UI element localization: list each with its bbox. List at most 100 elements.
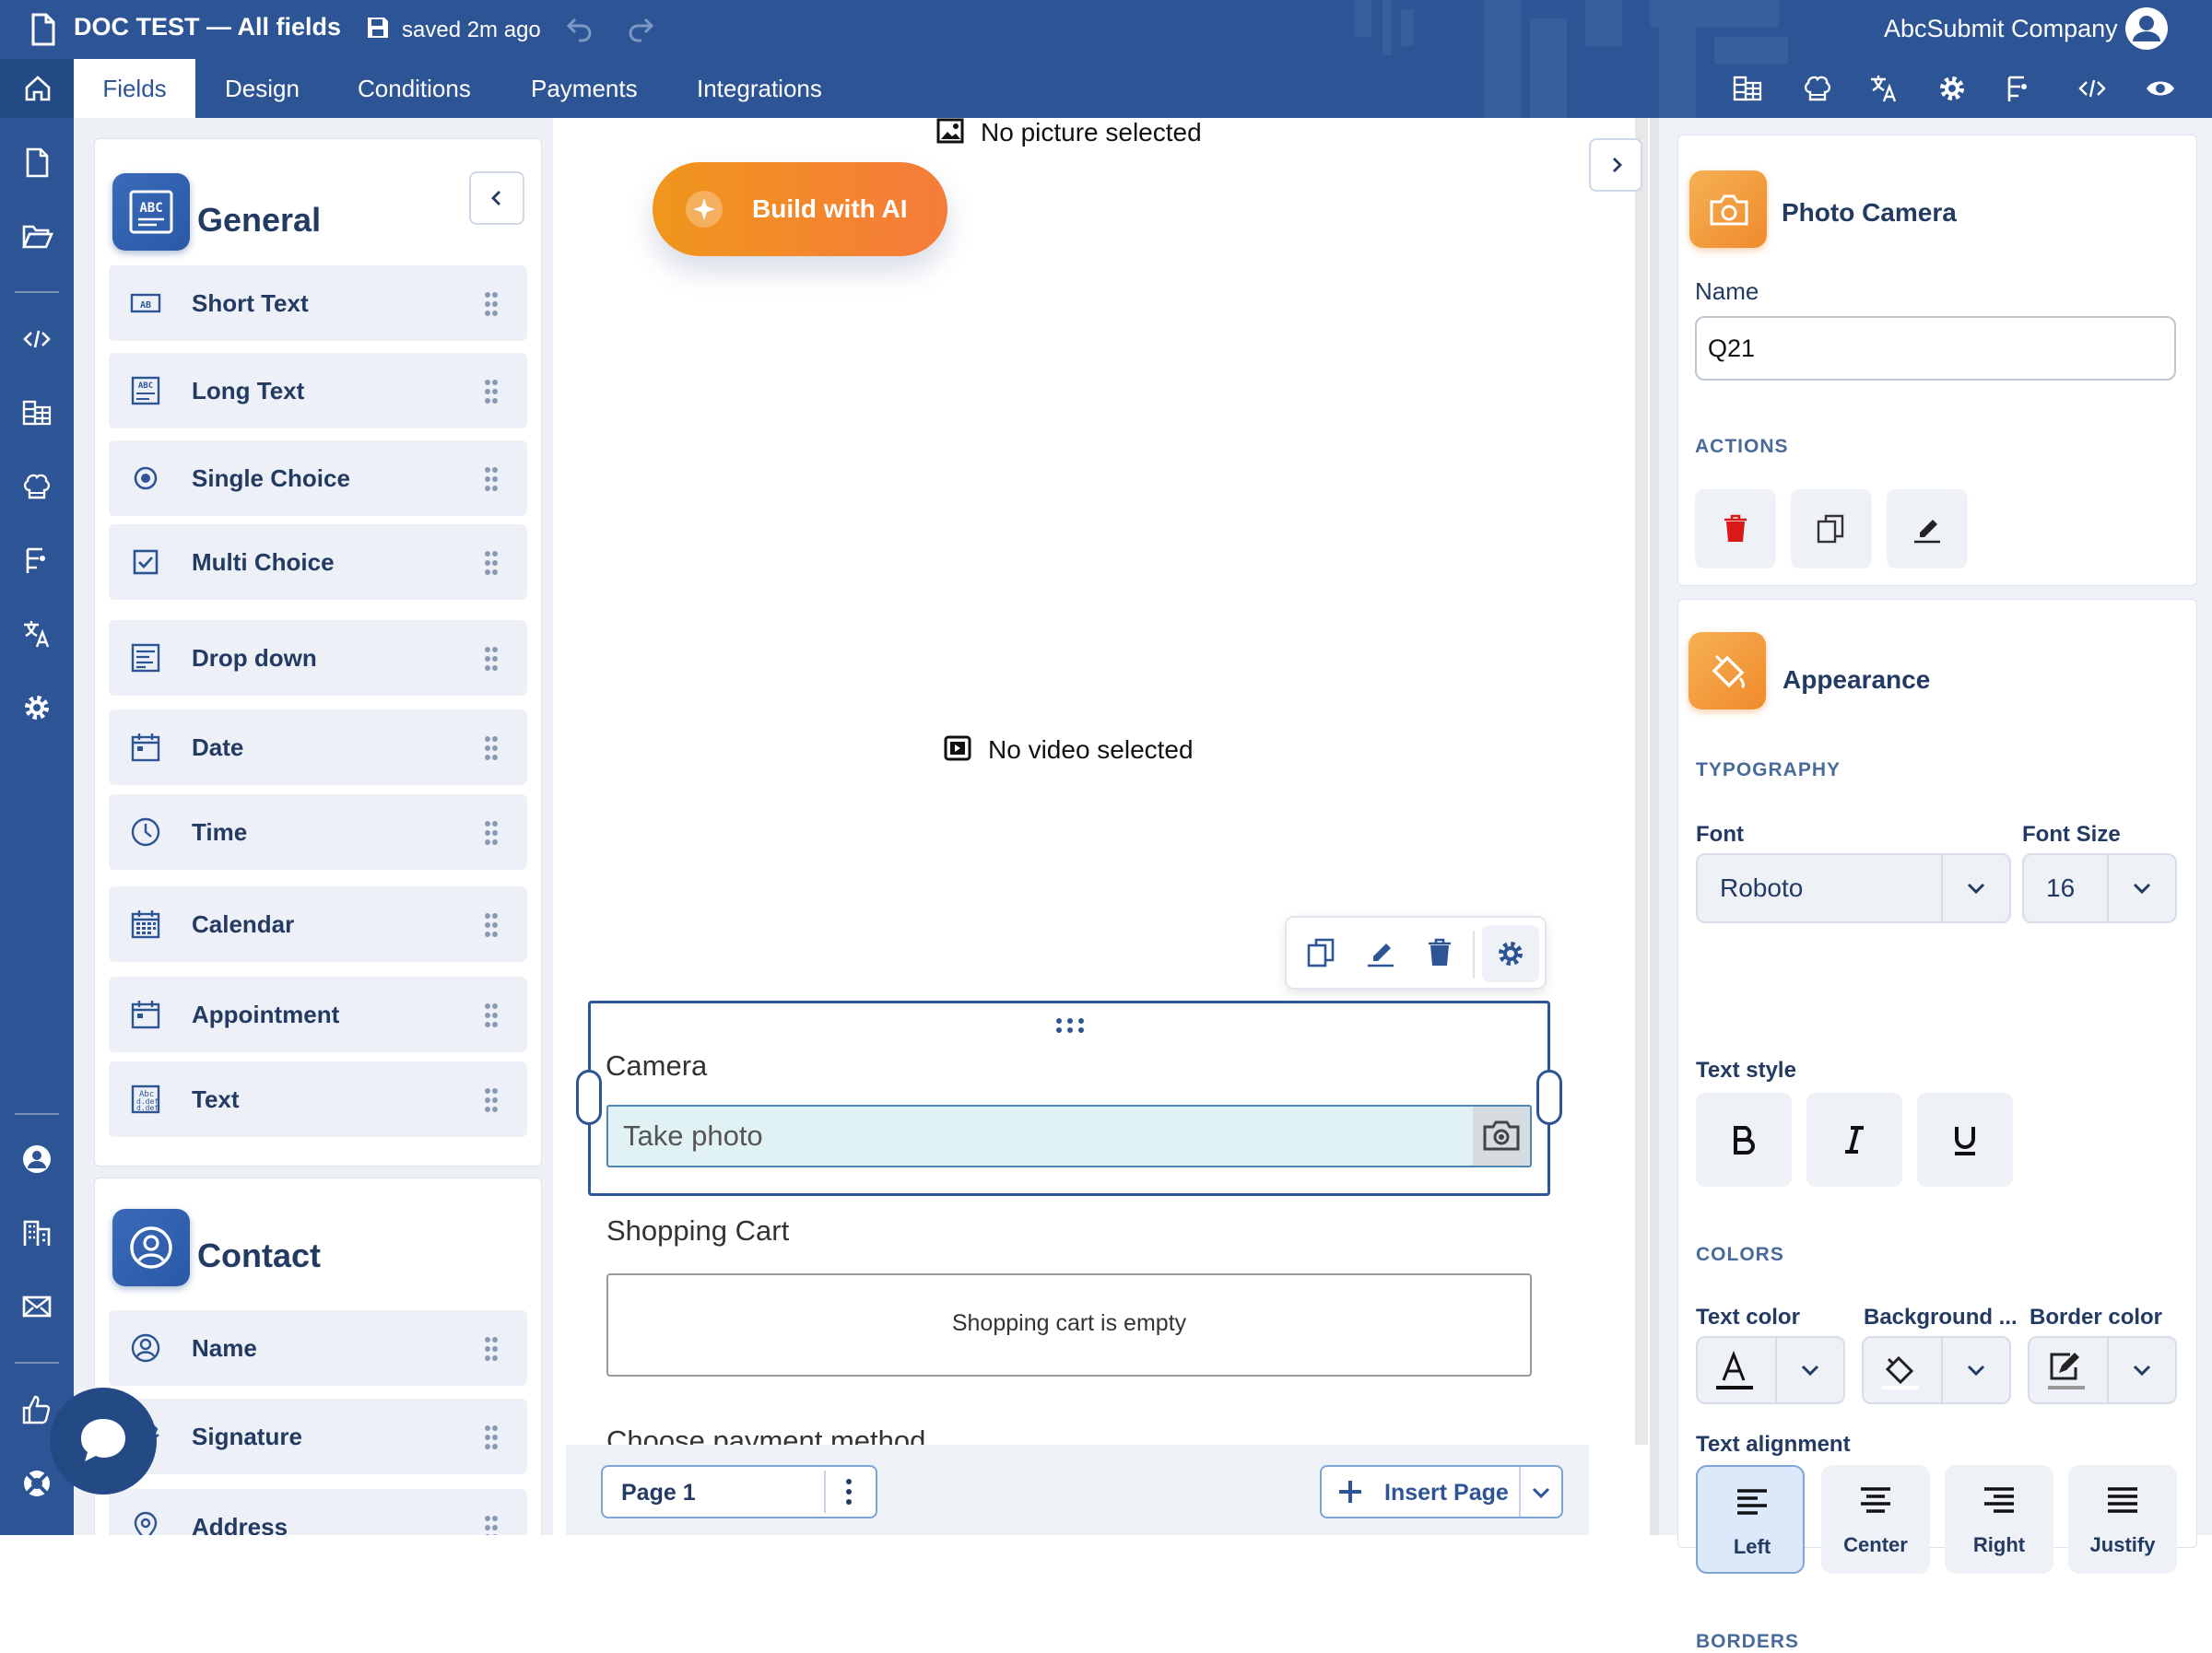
field-item-multi-choice[interactable]: Multi Choice [109,524,527,600]
drag-handle-icon[interactable] [1053,1016,1087,1035]
field-item-address[interactable]: Address [109,1489,527,1535]
account-avatar-icon[interactable] [2124,6,2170,52]
drag-handle-icon[interactable] [483,466,500,492]
drag-handle-icon[interactable] [483,912,500,938]
drag-handle-icon[interactable] [483,646,500,672]
drag-handle-icon[interactable] [483,379,500,404]
folder-open-icon[interactable] [20,219,53,252]
svg-text:ABC: ABC [138,381,153,391]
align-justify-button[interactable]: Justify [2068,1465,2177,1574]
field-item-long-text[interactable]: ABC Long Text [109,353,527,428]
field-item-single-choice[interactable]: Single Choice [109,440,527,516]
help-lifebuoy-icon[interactable] [20,1467,53,1500]
field-item-short-text[interactable]: AB Short Text [109,265,527,341]
build-with-ai-button[interactable]: Build with AI [653,162,947,256]
take-photo-input[interactable]: Take photo [606,1105,1532,1167]
chevron-down-icon[interactable] [1530,1482,1552,1504]
trash-icon[interactable] [1423,936,1456,969]
canvas-scrollbar[interactable] [1635,118,1648,1445]
field-item-date[interactable]: Date [109,709,527,785]
drag-handle-icon[interactable] [483,1515,500,1535]
preview-eye-icon[interactable] [2144,72,2177,105]
insert-page-button[interactable]: Insert Page [1320,1465,1563,1518]
home-button[interactable] [0,59,74,118]
redo-icon[interactable] [625,13,656,44]
text-color-picker[interactable] [1696,1336,1845,1404]
delete-field-button[interactable] [1695,489,1776,569]
tab-fields[interactable]: Fields [74,59,195,118]
embed-code-icon[interactable] [20,322,53,356]
italic-button[interactable] [1806,1093,1902,1187]
border-color-picker[interactable] [2028,1336,2177,1404]
kebab-menu-icon[interactable] [844,1478,853,1506]
field-settings-button[interactable] [1482,925,1539,982]
field-item-time[interactable]: Time [109,794,527,870]
tab-payments[interactable]: Payments [531,59,638,118]
tab-integrations[interactable]: Integrations [697,59,822,118]
thumbs-up-icon[interactable] [20,1393,53,1426]
camera-field-selected[interactable]: Camera Take photo [576,1001,1562,1196]
panel-scrollbar[interactable] [1650,118,1659,1535]
field-item-drop-down[interactable]: Drop down [109,620,527,696]
italic-icon [1845,1126,1864,1154]
field-item-text[interactable]: Abc d.def d.def Text [109,1061,527,1137]
drag-handle-icon[interactable] [483,1424,500,1450]
chef-hat-icon[interactable] [20,470,53,503]
document-title[interactable]: DOC TEST — All fields [74,13,341,41]
font-size-select[interactable]: 16 [2022,853,2177,923]
edit-pen-icon[interactable] [1364,936,1397,969]
mail-icon[interactable] [20,1290,53,1323]
align-right-button[interactable]: Right [1945,1465,2053,1574]
edit-field-button[interactable] [1887,489,1968,569]
page-tab[interactable]: Page 1 [601,1465,877,1518]
drag-handle-icon[interactable] [483,1336,500,1362]
page-bar: Page 1 Insert Page [566,1445,1589,1535]
chef-hat-icon[interactable] [1801,72,1834,105]
field-item-signature[interactable]: Signature [109,1399,527,1474]
tab-conditions[interactable]: Conditions [358,59,471,118]
collapse-panel-button[interactable] [469,171,524,225]
underline-button[interactable] [1917,1093,2013,1187]
user-circle-icon[interactable] [20,1143,53,1176]
code-icon[interactable] [2076,72,2109,105]
chat-widget-button[interactable] [50,1388,157,1495]
name-input[interactable]: Q21 [1695,316,2176,381]
camera-capture-button[interactable] [1473,1107,1530,1166]
new-document-icon[interactable] [20,146,53,179]
font-select[interactable]: Roboto [1696,853,2011,923]
drag-handle-icon[interactable] [483,1002,500,1028]
translate-icon[interactable] [20,617,53,651]
table-icon[interactable] [1731,72,1764,105]
undo-icon[interactable] [564,13,595,44]
resize-handle-left[interactable] [576,1070,602,1125]
drag-handle-icon[interactable] [483,291,500,317]
building-icon[interactable] [20,1216,53,1249]
translate-icon[interactable] [1867,72,1900,105]
resize-handle-right[interactable] [1536,1070,1562,1125]
drag-handle-icon[interactable] [483,820,500,846]
document-icon[interactable] [26,11,59,48]
align-right-label: Right [1972,1533,2026,1556]
field-item-name[interactable]: Name [109,1310,527,1386]
settings-gear-icon[interactable] [20,691,53,724]
settings-gear-icon[interactable] [1936,72,1969,105]
duplicate-field-button[interactable] [1791,489,1872,569]
bold-button[interactable] [1696,1093,1792,1187]
expand-panel-button[interactable] [1589,138,1642,192]
company-name[interactable]: AbcSubmit Company [1884,15,2118,43]
flow-icon[interactable] [2002,72,2035,105]
border-color-label: Border color [2030,1305,2163,1330]
duplicate-icon[interactable] [1305,936,1338,969]
drag-handle-icon[interactable] [483,550,500,576]
field-item-calendar[interactable]: Calendar [109,886,527,962]
align-left-button[interactable]: Left [1696,1465,1805,1574]
table-icon[interactable] [20,396,53,429]
background-color-picker[interactable] [1862,1336,2011,1404]
person-circle-icon [112,1209,190,1286]
field-item-appointment[interactable]: Appointment [109,977,527,1052]
align-center-button[interactable]: Center [1821,1465,1930,1574]
drag-handle-icon[interactable] [483,1087,500,1113]
flow-icon[interactable] [20,544,53,577]
drag-handle-icon[interactable] [483,735,500,761]
tab-design[interactable]: Design [225,59,300,118]
